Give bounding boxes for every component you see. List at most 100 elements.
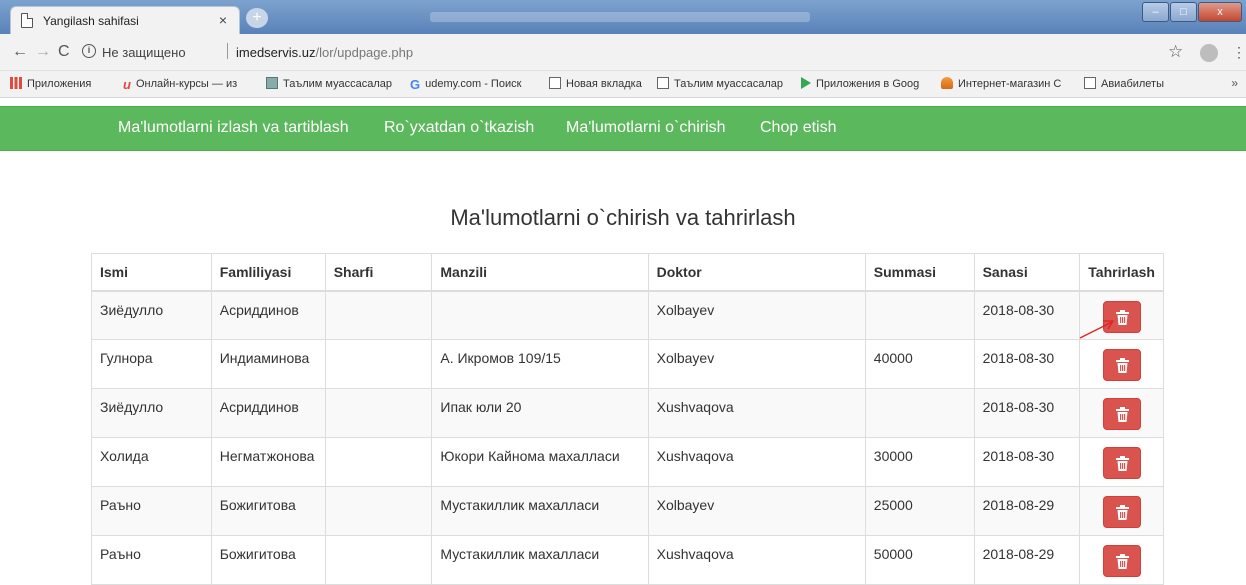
- delete-button[interactable]: [1102, 349, 1141, 381]
- bookmark-label: Таълим муассасалар: [283, 78, 392, 90]
- cell-sanasi: 2018-08-30: [973, 290, 1081, 340]
- table-row: Зиёдулло Асриддинов Ипак юли 20 Xushvaqova 2…: [91, 388, 1164, 438]
- cell-ismi: Холида: [91, 437, 212, 487]
- menu-dots-icon[interactable]: ⋮: [1232, 44, 1246, 61]
- delete-button[interactable]: [1102, 496, 1141, 528]
- cell-ismi: Гулнора: [91, 339, 212, 389]
- cell-sanasi: 2018-08-30: [973, 437, 1081, 487]
- browser-tab[interactable]: Yangilash sahifasi ×: [10, 6, 240, 34]
- reload-icon[interactable]: C: [58, 43, 70, 61]
- bookmark-item[interactable]: Авиабилеты: [1084, 77, 1164, 90]
- bookmarks-overflow-icon[interactable]: »: [1231, 76, 1238, 90]
- security-label: Не защищено: [102, 45, 186, 60]
- profile-icon[interactable]: [1200, 44, 1218, 62]
- cell-actions: [1079, 388, 1164, 438]
- delete-button[interactable]: [1102, 398, 1141, 430]
- cell-familiya: Асриддинов: [210, 388, 326, 438]
- table-row: Зиёдулло Асриддинов Xolbayev 2018-08-30: [91, 290, 1164, 340]
- shop-icon: [941, 77, 953, 89]
- tab-close-button[interactable]: ×: [219, 12, 227, 28]
- info-icon[interactable]: i: [82, 44, 96, 58]
- bookmark-apps[interactable]: Приложения: [10, 77, 91, 90]
- cell-actions: [1079, 535, 1164, 585]
- trash-icon: [1115, 407, 1129, 422]
- main-navbar: Ma'lumotlarni izlash va tartiblash Ro`yx…: [0, 106, 1246, 151]
- bookmark-label: Интернет-магазин C: [958, 78, 1062, 90]
- cell-summasi: 50000: [864, 535, 975, 585]
- forward-arrow-icon[interactable]: →: [35, 43, 51, 61]
- back-arrow-icon[interactable]: ←: [12, 43, 28, 61]
- column-header-ismi: Ismi: [91, 253, 212, 292]
- delete-button[interactable]: [1102, 447, 1141, 479]
- cell-ismi: Зиёдулло: [91, 388, 212, 438]
- cell-summasi: 25000: [864, 486, 975, 536]
- url-host: imedservis.uz: [236, 45, 316, 60]
- bookmark-item[interactable]: Приложения в Goog: [801, 77, 919, 90]
- bookmark-star-icon[interactable]: ☆: [1168, 42, 1183, 62]
- cell-sharfi: [324, 388, 433, 438]
- bookmark-item[interactable]: Новая вкладка: [549, 77, 642, 90]
- close-window-button[interactable]: x: [1198, 2, 1242, 22]
- cell-manzili: Юкори Кайнома махалласи: [431, 437, 649, 487]
- window-controls: – □ x: [1141, 2, 1242, 22]
- trash-icon: [1115, 554, 1129, 569]
- cell-actions: [1079, 339, 1164, 389]
- maximize-button[interactable]: □: [1170, 2, 1197, 22]
- nav-link-print[interactable]: Chop etish: [760, 119, 837, 137]
- cell-familiya: Негматжонова: [210, 437, 326, 487]
- window-title: [430, 12, 810, 22]
- column-header-tahrirlash: Tahrirlash: [1079, 253, 1164, 292]
- bookmark-label: Приложения в Goog: [816, 78, 920, 90]
- image-icon: [266, 77, 278, 89]
- page-title: Ma'lumotlarni o`chirish va tahrirlash: [450, 205, 796, 230]
- new-tab-button[interactable]: +: [246, 8, 268, 28]
- cell-actions: [1079, 486, 1164, 536]
- column-header-summasi: Summasi: [864, 253, 975, 292]
- bookmark-label: Приложения: [27, 78, 92, 90]
- cell-sanasi: 2018-08-30: [973, 388, 1081, 438]
- cell-ismi: Зиёдулло: [91, 290, 212, 340]
- bookmark-label: Новая вкладка: [566, 78, 642, 90]
- cell-manzili: Ипак юли 20: [431, 388, 649, 438]
- table-row: Раъно Божигитова Мустакиллик махалласи Xolb…: [91, 486, 1164, 536]
- minimize-button[interactable]: –: [1142, 2, 1169, 22]
- trash-icon: [1115, 358, 1129, 373]
- cell-summasi: 30000: [864, 437, 975, 487]
- google-icon: G: [410, 77, 421, 92]
- annotation-arrow-icon: [1079, 320, 1115, 339]
- bookmark-item[interactable]: Таълим муассасалар: [266, 77, 392, 90]
- bookmark-item[interactable]: Интернет-магазин C: [941, 77, 1061, 90]
- document-icon: [657, 77, 669, 89]
- cell-familiya: Божигитова: [210, 535, 326, 585]
- bookmark-item[interactable]: u Онлайн-курсы — из: [123, 77, 237, 92]
- cell-actions: [1079, 437, 1164, 487]
- nav-link-search[interactable]: Ma'lumotlarni izlash va tartiblash: [118, 119, 349, 137]
- cell-manzili: [431, 290, 649, 340]
- document-icon: [21, 13, 33, 28]
- url-input[interactable]: i Не защищено imedservis.uz/lor/updpage.…: [80, 39, 1150, 66]
- column-header-familiya: Famliliyasi: [210, 253, 326, 292]
- cell-sanasi: 2018-08-29: [973, 486, 1081, 536]
- cell-familiya: Асриддинов: [210, 290, 326, 340]
- cell-summasi: 40000: [864, 339, 975, 389]
- delete-button[interactable]: [1102, 545, 1141, 577]
- bookmark-label: Таълим муассасалар: [674, 78, 783, 90]
- cell-doktor: Xushvaqova: [647, 437, 866, 487]
- cell-doktor: Xolbayev: [647, 339, 866, 389]
- cell-manzili: Мустакиллик махалласи: [431, 486, 649, 536]
- cell-manzili: Мустакиллик махалласи: [431, 535, 649, 585]
- bookmark-label: Авиабилеты: [1101, 78, 1165, 90]
- records-table: Ismi Famliliyasi Sharfi Manzili Doktor S…: [91, 253, 1164, 585]
- bookmark-item[interactable]: Таълим муассасалар: [657, 77, 783, 90]
- column-header-sanasi: Sanasi: [973, 253, 1081, 292]
- bookmark-label: udemy.com - Поиск: [425, 78, 522, 90]
- nav-link-register[interactable]: Ro`yxatdan o`tkazish: [384, 119, 534, 137]
- url-path: /lor/updpage.php: [315, 45, 414, 60]
- cell-ismi: Раъно: [91, 535, 212, 585]
- table-header-row: Ismi Famliliyasi Sharfi Manzili Doktor S…: [91, 253, 1164, 292]
- bookmarks-bar: Приложения u Онлайн-курсы — из Таълим муа…: [0, 71, 1246, 98]
- nav-link-delete[interactable]: Ma'lumotlarni o`chirish: [566, 119, 726, 137]
- bookmark-item[interactable]: Gudemy.com - Поиск: [410, 77, 521, 92]
- address-bar: ← → C i Не защищено imedservis.uz/lor/up…: [0, 34, 1246, 71]
- table-row: Гулнора Индиаминова А. Икромов 109/15 Xolba…: [91, 339, 1164, 389]
